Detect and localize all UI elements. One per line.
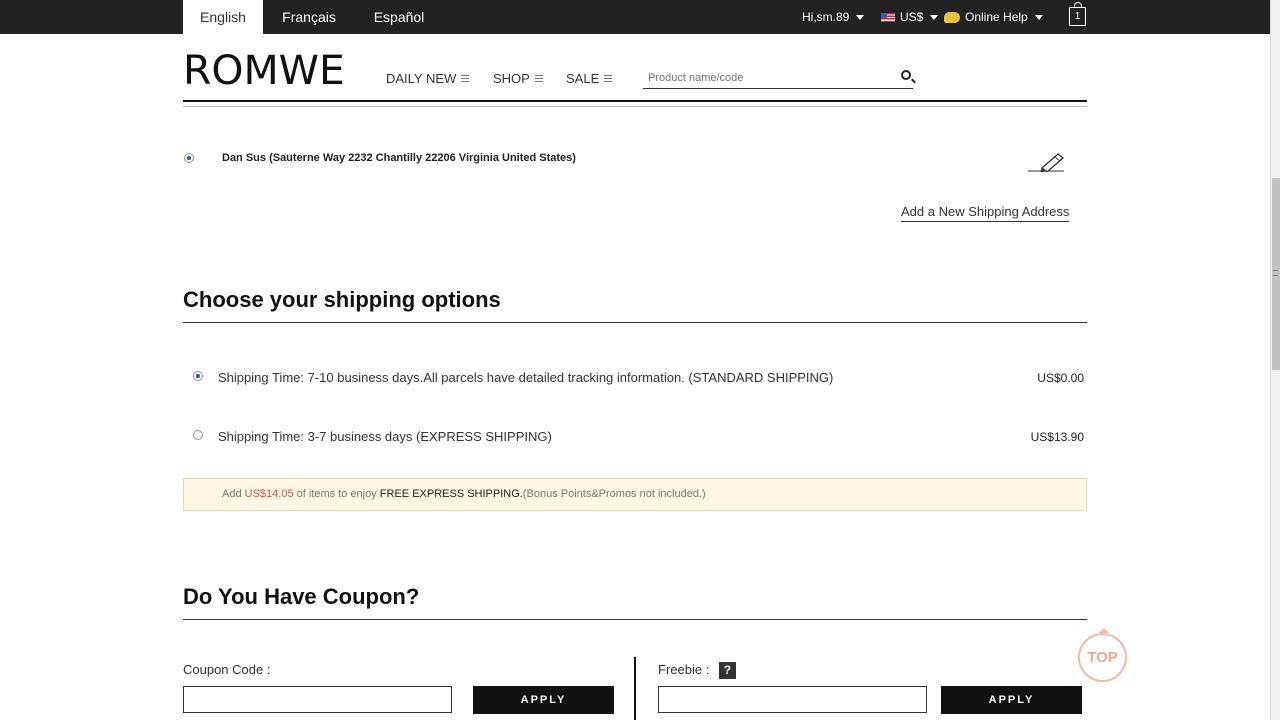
cart-count: 1: [1074, 11, 1081, 22]
language-english[interactable]: English: [183, 0, 263, 34]
nav-shop[interactable]: SHOP: [493, 71, 543, 86]
freebie-label: Freebie :: [658, 662, 710, 677]
help-icon[interactable]: ?: [718, 662, 736, 680]
shipping-options-title: Choose your shipping options: [183, 287, 501, 312]
notice-prefix: Add: [222, 488, 242, 500]
header-divider: [183, 100, 1087, 102]
scrollbar[interactable]: [1270, 0, 1280, 720]
search-icon[interactable]: [901, 70, 911, 80]
language-spanish[interactable]: Español: [360, 0, 438, 34]
apply-coupon-button[interactable]: APPLY: [473, 686, 614, 714]
nav-label: DAILY NEW: [386, 71, 457, 86]
search-bar: [643, 68, 913, 89]
notice-suffix: (Bonus Points&Promos not included.): [522, 488, 706, 500]
freebie-label-row: Freebie : ?: [658, 662, 736, 680]
chevron-down-icon: [856, 14, 865, 20]
online-help-menu[interactable]: Online Help: [944, 0, 1043, 34]
section-divider: [183, 322, 1087, 323]
scrollbar-grip-icon: [1273, 270, 1278, 276]
free-shipping-notice: Add US$14.05 of items to enjoy FREE EXPR…: [183, 478, 1087, 511]
coupon-divider: [634, 657, 636, 720]
standard-shipping-price: US$0.00: [1037, 371, 1084, 385]
standard-shipping-label: Shipping Time: 7-10 business days.All pa…: [218, 370, 834, 385]
currency-menu[interactable]: US$: [881, 0, 939, 34]
account-menu[interactable]: Hi,sm.89: [802, 0, 865, 34]
header-divider-thin: [183, 106, 1087, 107]
nav-label: SHOP: [493, 71, 530, 86]
menu-icon: [534, 75, 543, 82]
us-flag-icon: [881, 12, 895, 22]
standard-shipping-radio[interactable]: [193, 371, 203, 381]
section-divider: [183, 619, 1087, 620]
express-shipping-label: Shipping Time: 3-7 business days (EXPRES…: [218, 429, 552, 444]
address-radio[interactable]: [184, 153, 194, 163]
edit-pencil-icon[interactable]: [1028, 150, 1068, 172]
chat-bubble-icon: [944, 11, 960, 23]
coupon-code-label: Coupon Code :: [183, 662, 271, 677]
nav-sale[interactable]: SALE: [566, 71, 613, 86]
search-input[interactable]: [643, 72, 883, 84]
express-shipping-radio[interactable]: [193, 430, 203, 440]
user-greeting: Hi,sm.89: [802, 10, 850, 24]
language-french[interactable]: Français: [270, 0, 348, 34]
back-to-top-button[interactable]: TOP: [1078, 628, 1127, 682]
romwe-logo[interactable]: ROMWE: [183, 48, 345, 94]
nav-daily-new[interactable]: DAILY NEW: [386, 71, 470, 86]
chevron-down-icon: [1034, 14, 1043, 20]
online-help-label: Online Help: [965, 10, 1028, 24]
shopping-bag-icon[interactable]: 1: [1069, 2, 1086, 26]
apply-freebie-button[interactable]: APPLY: [941, 686, 1082, 714]
menu-icon: [604, 75, 613, 82]
notice-middle: of items to enjoy: [296, 488, 377, 500]
currency-label: US$: [900, 10, 924, 24]
shipping-address-text: Dan Sus (Sauterne Way 2232 Chantilly 222…: [222, 152, 576, 164]
coupon-code-input[interactable]: [183, 686, 452, 713]
add-shipping-address-link[interactable]: Add a New Shipping Address: [901, 204, 1070, 222]
coupon-title: Do You Have Coupon?: [183, 584, 420, 609]
notice-amount: US$14.05: [244, 488, 294, 500]
express-shipping-price: US$13.90: [1030, 430, 1084, 444]
freebie-input[interactable]: [658, 686, 927, 713]
nav-label: SALE: [566, 71, 600, 86]
top-bar: English Français Español Hi,sm.89 US$ On…: [0, 0, 1270, 34]
chevron-down-icon: [930, 14, 939, 20]
notice-highlight: FREE EXPRESS SHIPPING.: [379, 488, 523, 500]
menu-icon: [461, 75, 470, 82]
